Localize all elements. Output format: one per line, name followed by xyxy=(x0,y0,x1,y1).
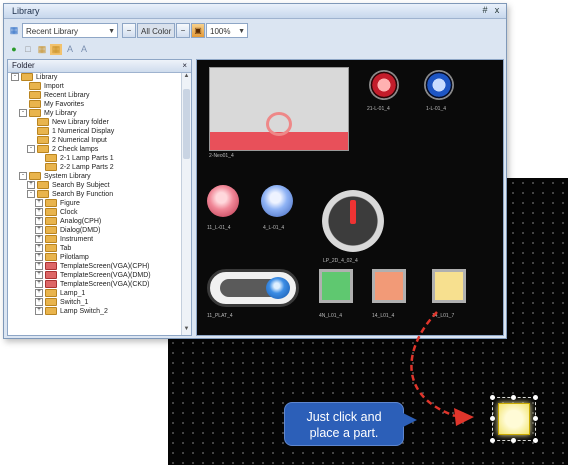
drag-arrow-path xyxy=(410,311,456,418)
resize-handle[interactable] xyxy=(533,416,538,421)
placed-part[interactable] xyxy=(490,395,538,443)
resize-handle[interactable] xyxy=(490,395,495,400)
resize-handle[interactable] xyxy=(490,416,495,421)
drag-arrow xyxy=(410,311,474,426)
placed-lamp xyxy=(498,403,530,435)
resize-handle[interactable] xyxy=(511,438,516,443)
instruction-callout: Just click and place a part. xyxy=(284,402,417,446)
callout-line-1: Just click and xyxy=(306,410,382,424)
resize-handle[interactable] xyxy=(533,438,538,443)
callout-line-2: place a part. xyxy=(309,426,379,440)
resize-handle[interactable] xyxy=(533,395,538,400)
resize-handle[interactable] xyxy=(490,438,495,443)
arrow-head-icon xyxy=(454,408,474,426)
resize-handle[interactable] xyxy=(511,395,516,400)
